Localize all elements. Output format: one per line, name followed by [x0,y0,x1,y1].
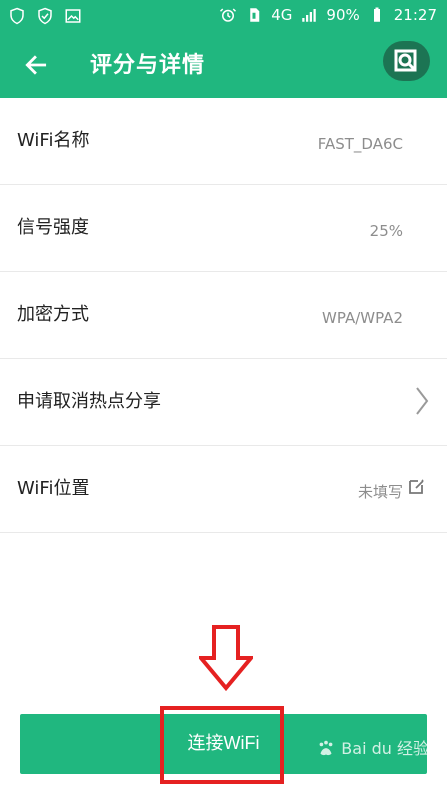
wifi-location-label: WiFi位置 [17,478,90,499]
encryption-label: 加密方式 [17,304,89,325]
screenshot-icon[interactable] [383,41,430,81]
image-icon [65,9,81,23]
clock-time: 21:27 [393,6,437,24]
status-bar: 4G 90% 21:27 [0,0,447,34]
wifi-detail-list: WiFi名称 FAST_DA6C 信号强度 25% 加密方式 WPA/WPA2 … [0,98,447,533]
back-arrow-icon[interactable] [23,52,49,78]
encryption-value: WPA/WPA2 [322,309,403,327]
shield-icon [10,7,24,25]
edit-icon[interactable] [407,476,427,496]
app-bar: 评分与详情 [0,34,447,98]
chevron-right-icon [416,387,429,415]
network-type: 4G [271,6,293,24]
signal-strength-value: 25% [369,222,403,240]
encryption-row: 加密方式 WPA/WPA2 [0,272,447,359]
paw-icon [319,740,333,756]
signal-strength-label: 信号强度 [17,217,89,238]
alarm-icon [220,8,237,22]
watermark-text: Bai du 经验 [341,739,429,758]
sim-icon [250,8,260,22]
signal-strength-row: 信号强度 25% [0,185,447,272]
wifi-name-row: WiFi名称 FAST_DA6C [0,98,447,185]
battery-percent: 90% [326,6,360,24]
wifi-name-label: WiFi名称 [17,130,90,151]
arrow-down-icon [199,625,253,692]
battery-icon [373,7,380,22]
status-left-icons [8,7,82,25]
cancel-hotspot-share-label: 申请取消热点分享 [17,391,161,412]
wifi-location-row[interactable]: WiFi位置 未填写 [0,446,447,533]
page-title: 评分与详情 [90,53,206,78]
wifi-name-value: FAST_DA6C [317,135,403,153]
status-right-info: 4G 90% 21:27 [219,5,437,25]
cancel-hotspot-share-row[interactable]: 申请取消热点分享 [0,359,447,446]
baidu-watermark: Bai du 经验 [315,738,429,760]
wifi-location-value: 未填写 [357,483,403,501]
shield-check-icon [38,7,52,25]
signal-icon [302,9,317,22]
